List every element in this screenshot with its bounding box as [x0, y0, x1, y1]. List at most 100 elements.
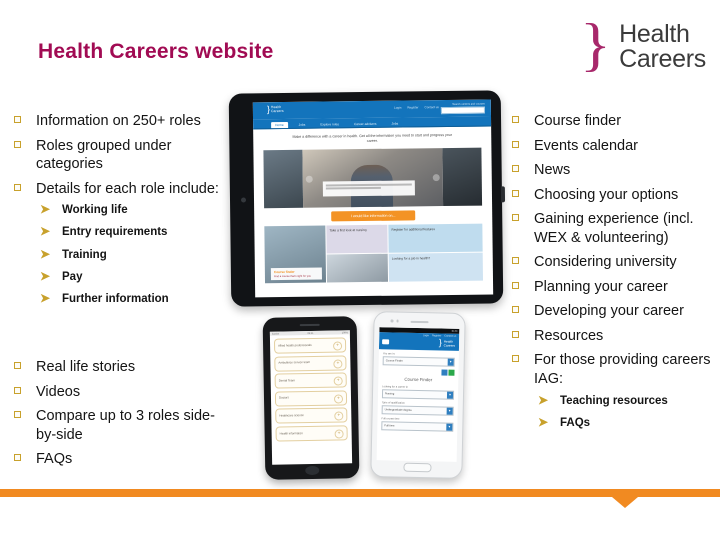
- carousel-prev-icon[interactable]: [305, 175, 314, 183]
- phone-speaker-icon: [410, 320, 429, 324]
- plus-icon[interactable]: +: [334, 429, 344, 439]
- website-logo-line-2: Careers: [270, 109, 284, 114]
- top-link-register[interactable]: Register: [407, 105, 418, 109]
- phone-speaker-icon: [299, 323, 320, 327]
- hamburger-menu-icon[interactable]: [382, 339, 390, 345]
- header-link-contact[interactable]: Contact us: [444, 335, 456, 338]
- accordion-label: Ambulance service team: [278, 360, 311, 365]
- breadcrumb-select[interactable]: Course Finder ▼: [382, 356, 455, 367]
- list-item-label: Choosing your options: [534, 186, 679, 203]
- health-careers-logo: } Health Careers: [580, 11, 706, 78]
- nav-tab-explore-roles[interactable]: Explore roles: [316, 121, 343, 127]
- tablet-screen: } Health Careers Login Register Contact …: [252, 99, 494, 298]
- plus-icon[interactable]: +: [333, 341, 343, 351]
- tile-course-finder[interactable]: Course finder Find a course that's right…: [264, 225, 326, 284]
- study-mode-select-value: Full time: [384, 424, 395, 428]
- left-bullet-list: Information on 250+ roles Roles grouped …: [10, 112, 225, 307]
- brace-icon: }: [266, 104, 271, 115]
- chevron-down-icon[interactable]: ▼: [446, 407, 453, 415]
- tile-register[interactable]: Register for additional features: [388, 223, 483, 253]
- list-item: Events calendar: [508, 137, 716, 156]
- square-bullet-icon: [14, 411, 21, 419]
- arrow-bullet-icon: ➤: [40, 291, 51, 306]
- list-item: Real life stories: [10, 358, 225, 377]
- list-item-label: News: [534, 162, 571, 179]
- brace-icon: }: [580, 11, 612, 78]
- cta-button[interactable]: I would like information on...: [331, 210, 416, 222]
- home-button[interactable]: [305, 465, 320, 476]
- accordion-row[interactable]: Ambulance service team +: [274, 354, 347, 372]
- list-item-label: Information on 250+ roles: [36, 113, 201, 129]
- phone-sensors-icon: [390, 319, 399, 323]
- tile-nursing[interactable]: Take a first look at nursing: [326, 224, 388, 254]
- career-select[interactable]: Nursing ▼: [381, 389, 455, 400]
- top-link-contact[interactable]: Contact us: [425, 105, 439, 109]
- square-bullet-icon: [512, 189, 519, 197]
- sub-list-item: ➤ Pay: [36, 270, 225, 285]
- sub-list-item: ➤ FAQs: [534, 416, 716, 431]
- square-bullet-icon: [512, 257, 519, 265]
- accordion-label: Dental Team: [278, 378, 295, 383]
- nav-tab-more[interactable]: Jobs: [387, 121, 402, 127]
- square-bullet-icon: [14, 386, 21, 394]
- accordion-row[interactable]: Health informatics +: [275, 425, 348, 442]
- phone-device-white: 10:43 Login Register Contact us } Health…: [370, 311, 466, 479]
- accordion-row[interactable]: Dental Team +: [274, 372, 347, 389]
- tile-label: Register for additional features: [391, 226, 435, 232]
- career-select-value: Nursing: [384, 392, 395, 396]
- plus-icon[interactable]: +: [333, 394, 344, 404]
- website-header: } Health Careers Login Register Contact …: [252, 99, 492, 120]
- mobile-logo-line-2: Careers: [443, 343, 456, 348]
- website-hero-carousel: [263, 147, 483, 209]
- list-item: Gaining experience (incl. WEX & voluntee…: [508, 210, 716, 247]
- nav-tab-jobs[interactable]: Jobs: [295, 122, 310, 128]
- plus-icon[interactable]: +: [333, 376, 343, 386]
- tile-jobs[interactable]: Looking for a job in health?: [388, 252, 484, 283]
- accordion-label: Doctors: [278, 395, 289, 400]
- qualification-select[interactable]: Undergraduate degree ▼: [381, 405, 454, 416]
- chevron-down-icon[interactable]: ▼: [446, 423, 453, 431]
- chevron-down-icon[interactable]: ▼: [447, 358, 454, 366]
- course-finder-body: You are in: Course Finder ▼ Course Finde…: [377, 349, 459, 438]
- right-sub-bullet-list: ➤ Teaching resources ➤ FAQs: [534, 394, 716, 431]
- accordion-row[interactable]: Doctors +: [274, 390, 348, 407]
- arrow-bullet-icon: ➤: [40, 202, 51, 217]
- sub-list-item: ➤ Entry requirements: [36, 225, 225, 240]
- home-button[interactable]: [403, 462, 432, 473]
- accordion-row[interactable]: Healthcare science +: [275, 407, 348, 424]
- tile-overlay: Course finder Find a course that's right…: [270, 268, 322, 281]
- share-icon[interactable]: [448, 369, 455, 376]
- square-bullet-icon: [512, 165, 519, 173]
- accordion-label: Allied health professionals: [278, 342, 312, 348]
- website-tile-grid: Take a first look at nursing Register fo…: [264, 223, 484, 284]
- nav-tab-career-advisers[interactable]: Career advisers: [350, 121, 381, 127]
- list-item: For those providing careers IAG: ➤ Teach…: [508, 351, 716, 430]
- chevron-down-icon[interactable]: ▼: [446, 391, 454, 399]
- header-link-login[interactable]: Login: [423, 334, 429, 337]
- study-mode-select[interactable]: Full time ▼: [381, 421, 454, 432]
- plus-icon[interactable]: +: [333, 359, 343, 369]
- list-item-label: Course finder: [534, 113, 622, 129]
- plus-icon[interactable]: +: [334, 411, 344, 421]
- list-item-label: For those providing careers IAG:: [534, 352, 711, 388]
- social-share-icons: [382, 368, 455, 376]
- tablet-camera-icon: [240, 196, 247, 203]
- website-search: Search careers and courses: [440, 103, 485, 115]
- carousel-next-icon[interactable]: [432, 173, 440, 182]
- course-finder-header: Login Register Contact us } Health Caree…: [378, 332, 460, 351]
- website-top-links: Login Register Contact us: [394, 105, 439, 110]
- list-item-label: Compare up to 3 roles side-by-side: [36, 408, 215, 443]
- phone-device-dark: Carrier 09:41 100% Allied health profess…: [262, 316, 360, 480]
- tile-label: Take a first look at nursing: [329, 227, 367, 233]
- list-item: Roles grouped under categories: [10, 137, 225, 174]
- right-bullet-column: Course finder Events calendar News Choos…: [508, 112, 716, 439]
- search-input[interactable]: [440, 106, 485, 115]
- twitter-icon[interactable]: [440, 369, 448, 376]
- accordion-row[interactable]: Allied health professionals +: [273, 337, 347, 354]
- top-link-login[interactable]: Login: [394, 106, 401, 110]
- left-bullet-column-lower: Real life stories Videos Compare up to 3…: [10, 358, 225, 475]
- tile-photo[interactable]: [326, 254, 388, 283]
- nav-tab-home[interactable]: Home: [271, 121, 288, 129]
- status-time: 10:43: [451, 329, 458, 333]
- list-item-label: Gaining experience (incl. WEX & voluntee…: [534, 211, 694, 246]
